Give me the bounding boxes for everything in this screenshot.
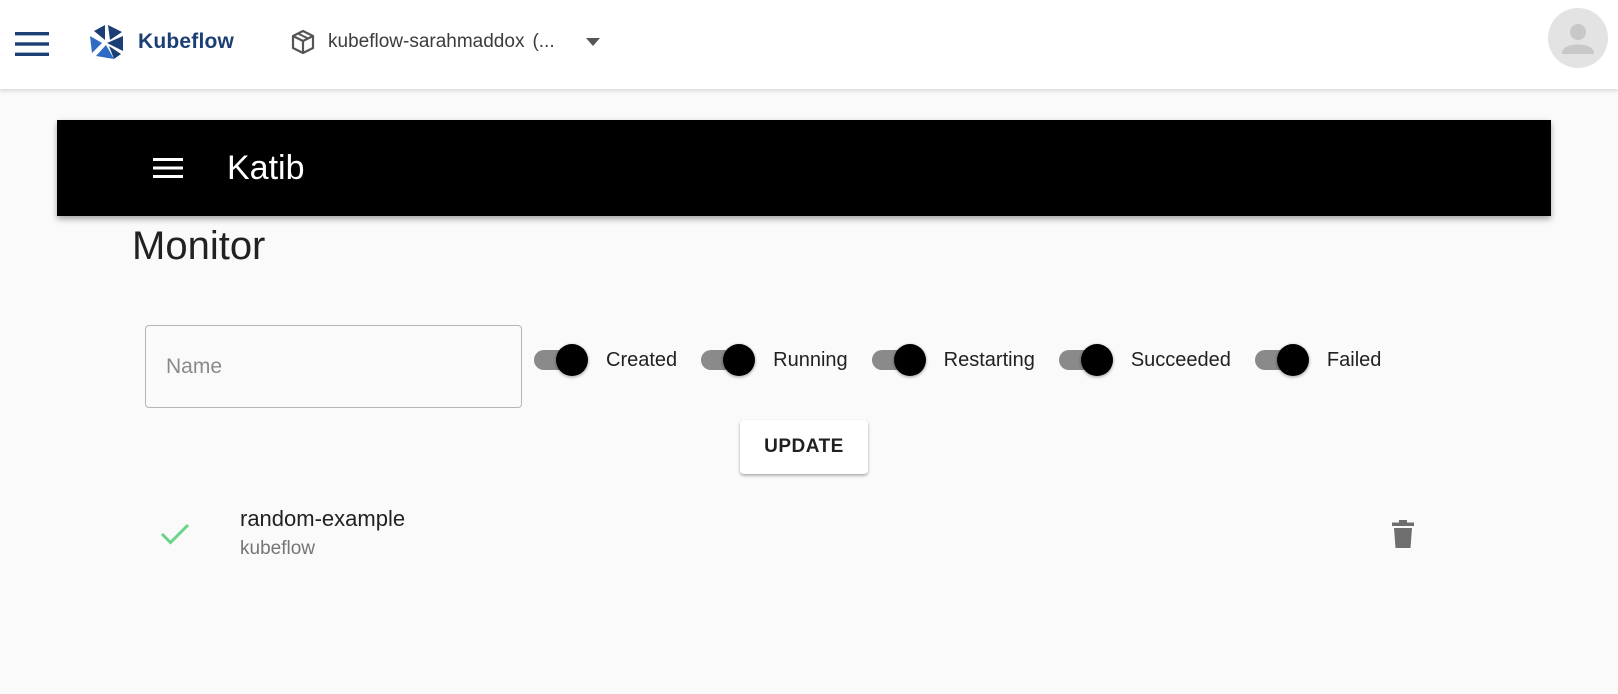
filter-toggle-restarting[interactable]: Restarting <box>871 342 1035 378</box>
status-indicator <box>145 504 205 564</box>
filter-toggle-failed[interactable]: Failed <box>1254 342 1382 378</box>
filter-label-created: Created <box>606 348 678 371</box>
menu-icon <box>153 158 183 178</box>
delete-experiment-button[interactable] <box>1379 510 1427 558</box>
namespace-selector[interactable]: kubeflow-sarahmaddox (... <box>290 22 601 62</box>
kubeflow-logo[interactable]: Kubeflow <box>88 22 234 62</box>
filter-toggle-succeeded[interactable]: Succeeded <box>1058 342 1231 378</box>
main-menu-button[interactable] <box>12 24 52 64</box>
logo-text: Kubeflow <box>138 30 235 53</box>
experiment-name: random-example <box>240 506 406 531</box>
katib-title: Katib <box>227 148 305 187</box>
toggle-thumb <box>893 344 926 376</box>
toggle-thumb <box>1080 344 1113 376</box>
experiment-namespace: kubeflow <box>240 538 315 559</box>
filter-toggle-created[interactable]: Created <box>534 342 677 378</box>
experiment-list-item[interactable]: random-example kubeflow <box>145 494 1465 574</box>
experiment-texts: random-example kubeflow <box>240 504 405 564</box>
update-button[interactable]: UPDATE <box>740 420 868 474</box>
namespace-name: kubeflow-sarahmaddox <box>328 31 525 52</box>
page-title: Monitor <box>132 224 266 268</box>
filter-toggle-running[interactable]: Running <box>701 342 848 378</box>
toggle-switch[interactable] <box>534 342 588 378</box>
kubeflow-logo-icon <box>90 25 123 59</box>
status-filters: Created Running Restarting Succeeded Fai… <box>534 342 1405 378</box>
toggle-switch[interactable] <box>871 342 926 378</box>
chevron-down-icon <box>585 38 600 46</box>
trash-icon <box>1392 520 1414 548</box>
name-filter-input[interactable] <box>145 325 522 408</box>
toggle-thumb <box>1276 344 1309 376</box>
check-icon <box>160 523 190 545</box>
katib-header: Katib <box>57 120 1551 216</box>
toggle-thumb <box>556 344 588 376</box>
filter-label-succeeded: Succeeded <box>1130 348 1231 371</box>
namespace-truncated: (... <box>532 31 555 52</box>
toggle-switch[interactable] <box>701 342 756 378</box>
user-avatar[interactable] <box>1548 8 1608 68</box>
katib-menu-button[interactable] <box>144 144 192 192</box>
app-top-bar: Kubeflow kubeflow-sarahmaddox (... <box>0 0 1618 89</box>
filter-label-failed: Failed <box>1326 348 1382 371</box>
toggle-switch[interactable] <box>1058 342 1113 378</box>
user-avatar-icon <box>1562 24 1594 54</box>
toggle-switch[interactable] <box>1254 342 1309 378</box>
cube-icon <box>291 29 315 55</box>
filter-label-restarting: Restarting <box>943 348 1035 371</box>
filter-label-running: Running <box>773 348 848 371</box>
menu-icon <box>15 32 49 56</box>
toggle-thumb <box>723 344 756 376</box>
